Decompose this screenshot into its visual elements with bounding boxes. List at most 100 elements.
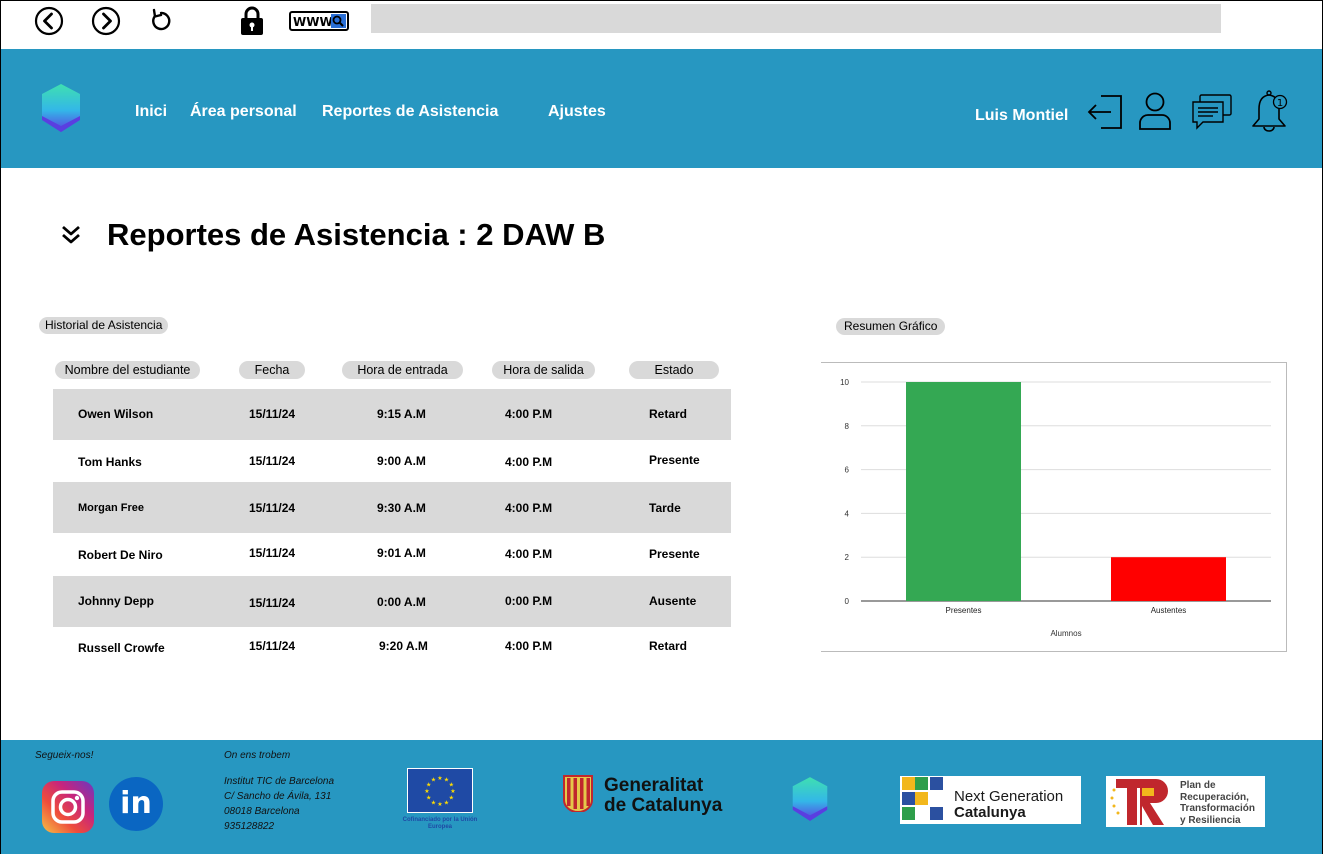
ngc-line: Next Generation <box>954 788 1064 805</box>
date-cell: 15/11/24 <box>249 639 296 653</box>
attendance-chart: 0 2 4 6 8 10 Presentes Austentes Alumnos <box>821 362 1287 652</box>
nav-ajustes[interactable]: Ajustes <box>548 103 606 121</box>
column-header-entry-time[interactable]: Hora de entrada <box>342 361 463 379</box>
status-cell: Ausente <box>649 594 697 608</box>
eu-star: ★ <box>431 777 436 784</box>
eu-star: ★ <box>449 795 454 802</box>
prtr-line: y Resiliencia <box>1180 814 1241 826</box>
table-row[interactable]: Robert De Niro 15/11/24 9:01 A.M 4:00 P.… <box>53 533 731 576</box>
column-header-student[interactable]: Nombre del estudiante <box>55 361 200 379</box>
student-name: Tom Hanks <box>78 455 142 469</box>
eu-star: ★ <box>431 799 436 806</box>
chat-icon[interactable] <box>1191 93 1233 131</box>
generalitat-text: Generalitat de Catalunya <box>604 776 722 816</box>
date-cell: 15/11/24 <box>249 546 296 560</box>
logout-icon[interactable] <box>1087 93 1125 131</box>
y-tick-label: 8 <box>845 422 850 431</box>
notification-count: 1 <box>1277 98 1283 109</box>
browser-toolbar: WWW <box>1 1 1322 49</box>
student-name: Russell Crowfe <box>78 641 165 655</box>
y-tick-label: 0 <box>845 597 850 606</box>
student-name: Owen Wilson <box>78 407 154 421</box>
status-cell: Tarde <box>649 501 681 515</box>
url-input[interactable] <box>371 4 1221 33</box>
entry-time-cell: 9:20 A.M <box>379 639 428 653</box>
history-section-label: Historial de Asistencia <box>39 317 169 334</box>
user-icon[interactable] <box>1137 91 1173 131</box>
address: Institut TIC de Barcelona C/ Sancho de Á… <box>224 774 334 834</box>
table-row[interactable]: Johnny Depp 15/11/24 0:00 A.M 0:00 P.M A… <box>53 576 731 627</box>
reload-icon[interactable] <box>146 6 176 36</box>
table-row[interactable]: Owen Wilson 15/11/24 9:15 A.M 4:00 P.M R… <box>53 389 731 440</box>
entry-time-cell: 9:00 A.M <box>377 454 426 468</box>
plan-recuperacion-logo: Plan de Recuperación, Transformación y R… <box>1106 776 1265 827</box>
prtr-line: Recuperación, <box>1180 791 1249 803</box>
status-cell: Retard <box>649 639 688 653</box>
app-logo[interactable] <box>39 82 83 134</box>
y-tick-label: 6 <box>845 466 850 475</box>
ngc-line: Catalunya <box>954 804 1026 821</box>
www-search-icon: WWW <box>289 11 349 31</box>
table-row[interactable]: Tom Hanks 15/11/24 9:00 A.M 4:00 P.M Pre… <box>53 440 731 482</box>
chevron-double-down-icon[interactable] <box>59 223 83 247</box>
page-title: Reportes de Asistencia : 2 DAW B <box>107 217 606 252</box>
attendance-bar-chart: 0 2 4 6 8 10 Presentes Austentes Alumnos <box>840 378 1271 638</box>
prtr-line: Plan de <box>1180 780 1216 791</box>
x-tick-label: Austentes <box>1151 606 1187 615</box>
nav-area-personal[interactable]: Área personal <box>190 103 297 121</box>
table-row[interactable]: Morgan Free 15/11/24 9:30 A.M 4:00 P.M T… <box>53 482 731 533</box>
generalitat-line: de Catalunya <box>604 795 723 816</box>
user-name: Luis Montiel <box>975 107 1069 124</box>
status-cell: Retard <box>649 407 688 421</box>
exit-time-cell: 4:00 P.M <box>505 501 553 515</box>
chart-section-label: Resumen Gráfico <box>836 318 946 335</box>
exit-time-cell: 4:00 P.M <box>505 407 553 421</box>
y-tick-label: 2 <box>845 553 850 562</box>
linkedin-icon[interactable]: in <box>109 777 163 831</box>
bar-presentes <box>906 382 1021 601</box>
y-tick-label: 4 <box>845 509 850 518</box>
generalitat-logo <box>561 774 595 813</box>
x-tick-label: Presentes <box>945 606 981 615</box>
eu-star: ★ <box>437 775 442 782</box>
date-cell: 15/11/24 <box>249 454 296 468</box>
page: WWW Inici Área personal Reportes de Asis… <box>0 0 1323 854</box>
column-header-exit-time[interactable]: Hora de salida <box>492 361 595 379</box>
date-cell: 15/11/24 <box>249 501 296 515</box>
eu-star: ★ <box>444 799 449 806</box>
column-header-date[interactable]: Fecha <box>239 361 305 379</box>
status-cell: Presente <box>649 547 700 561</box>
entry-time-cell: 0:00 A.M <box>377 595 426 609</box>
entry-time-cell: 9:15 A.M <box>377 407 426 421</box>
bell-icon[interactable]: 1 <box>1249 89 1291 133</box>
x-axis-label: Alumnos <box>1050 629 1081 638</box>
institut-logo <box>790 774 830 824</box>
app-header: Inici Área personal Reportes de Asistenc… <box>1 49 1322 168</box>
nav-inici[interactable]: Inici <box>135 103 167 121</box>
y-tick-label: 10 <box>840 378 849 387</box>
exit-time-cell: 4:00 P.M <box>505 455 553 469</box>
lock-icon <box>237 6 267 36</box>
eu-star: ★ <box>449 782 454 789</box>
table-row[interactable]: Russell Crowfe 15/11/24 9:20 A.M 4:00 P.… <box>53 627 731 667</box>
prtr-line: Transformación <box>1180 803 1256 814</box>
student-name: Robert De Niro <box>78 548 163 562</box>
entry-time-cell: 9:30 A.M <box>377 501 426 515</box>
address-line: Institut TIC de Barcelona <box>224 776 335 787</box>
status-cell: Presente <box>649 453 700 467</box>
nav-reportes-asistencia[interactable]: Reportes de Asistencia <box>322 103 498 121</box>
entry-time-cell: 9:01 A.M <box>377 546 426 560</box>
next-generation-catalunya-logo: Next Generation Catalunya <box>900 776 1081 824</box>
exit-time-cell: 0:00 P.M <box>505 594 553 608</box>
date-cell: 15/11/24 <box>249 596 296 610</box>
exit-time-cell: 4:00 P.M <box>505 547 553 561</box>
bar-austentes <box>1111 557 1226 601</box>
back-icon[interactable] <box>34 6 64 36</box>
column-header-status[interactable]: Estado <box>629 361 719 379</box>
eu-star: ★ <box>426 795 431 802</box>
generalitat-line: Generalitat <box>604 775 704 796</box>
instagram-icon[interactable] <box>42 781 94 833</box>
eu-star: ★ <box>437 801 442 808</box>
ngc-text: Next Generation Catalunya <box>954 789 1063 821</box>
forward-icon[interactable] <box>91 6 121 36</box>
